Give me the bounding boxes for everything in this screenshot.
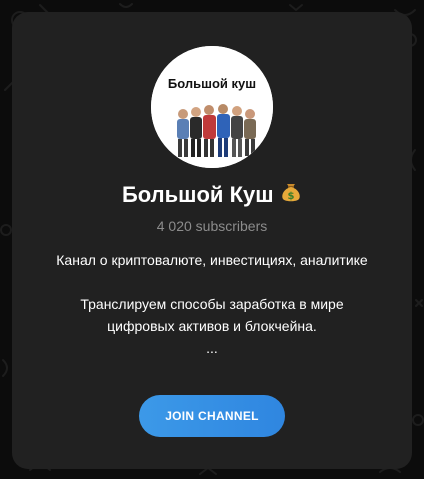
- channel-avatar: Большой куш: [151, 46, 273, 168]
- description-line: [22, 271, 402, 293]
- channel-title: Большой Куш: [121, 182, 274, 207]
- avatar-image: Большой куш: [151, 46, 273, 168]
- description-line: Канал о криптовалюте, инвестициях, анали…: [56, 252, 368, 268]
- description-line: ...: [206, 340, 218, 356]
- avatar-caption: Большой куш: [168, 76, 256, 91]
- channel-description: Канал о криптовалюте, инвестициях, анали…: [22, 249, 402, 359]
- join-channel-button[interactable]: JOIN CHANNEL: [139, 395, 285, 437]
- description-line: Транслируем способы заработка в мире: [80, 296, 344, 312]
- channel-preview-card: Большой куш Большой Куш $ 4 020 subscrib…: [12, 12, 412, 469]
- subscriber-count: 4 020 subscribers: [156, 218, 268, 234]
- moneybag-emoji-icon: $: [280, 179, 302, 208]
- svg-text:$: $: [288, 191, 295, 202]
- channel-title-row: Большой Куш $: [12, 182, 412, 214]
- description-line: цифровых активов и блокчейна.: [107, 318, 317, 334]
